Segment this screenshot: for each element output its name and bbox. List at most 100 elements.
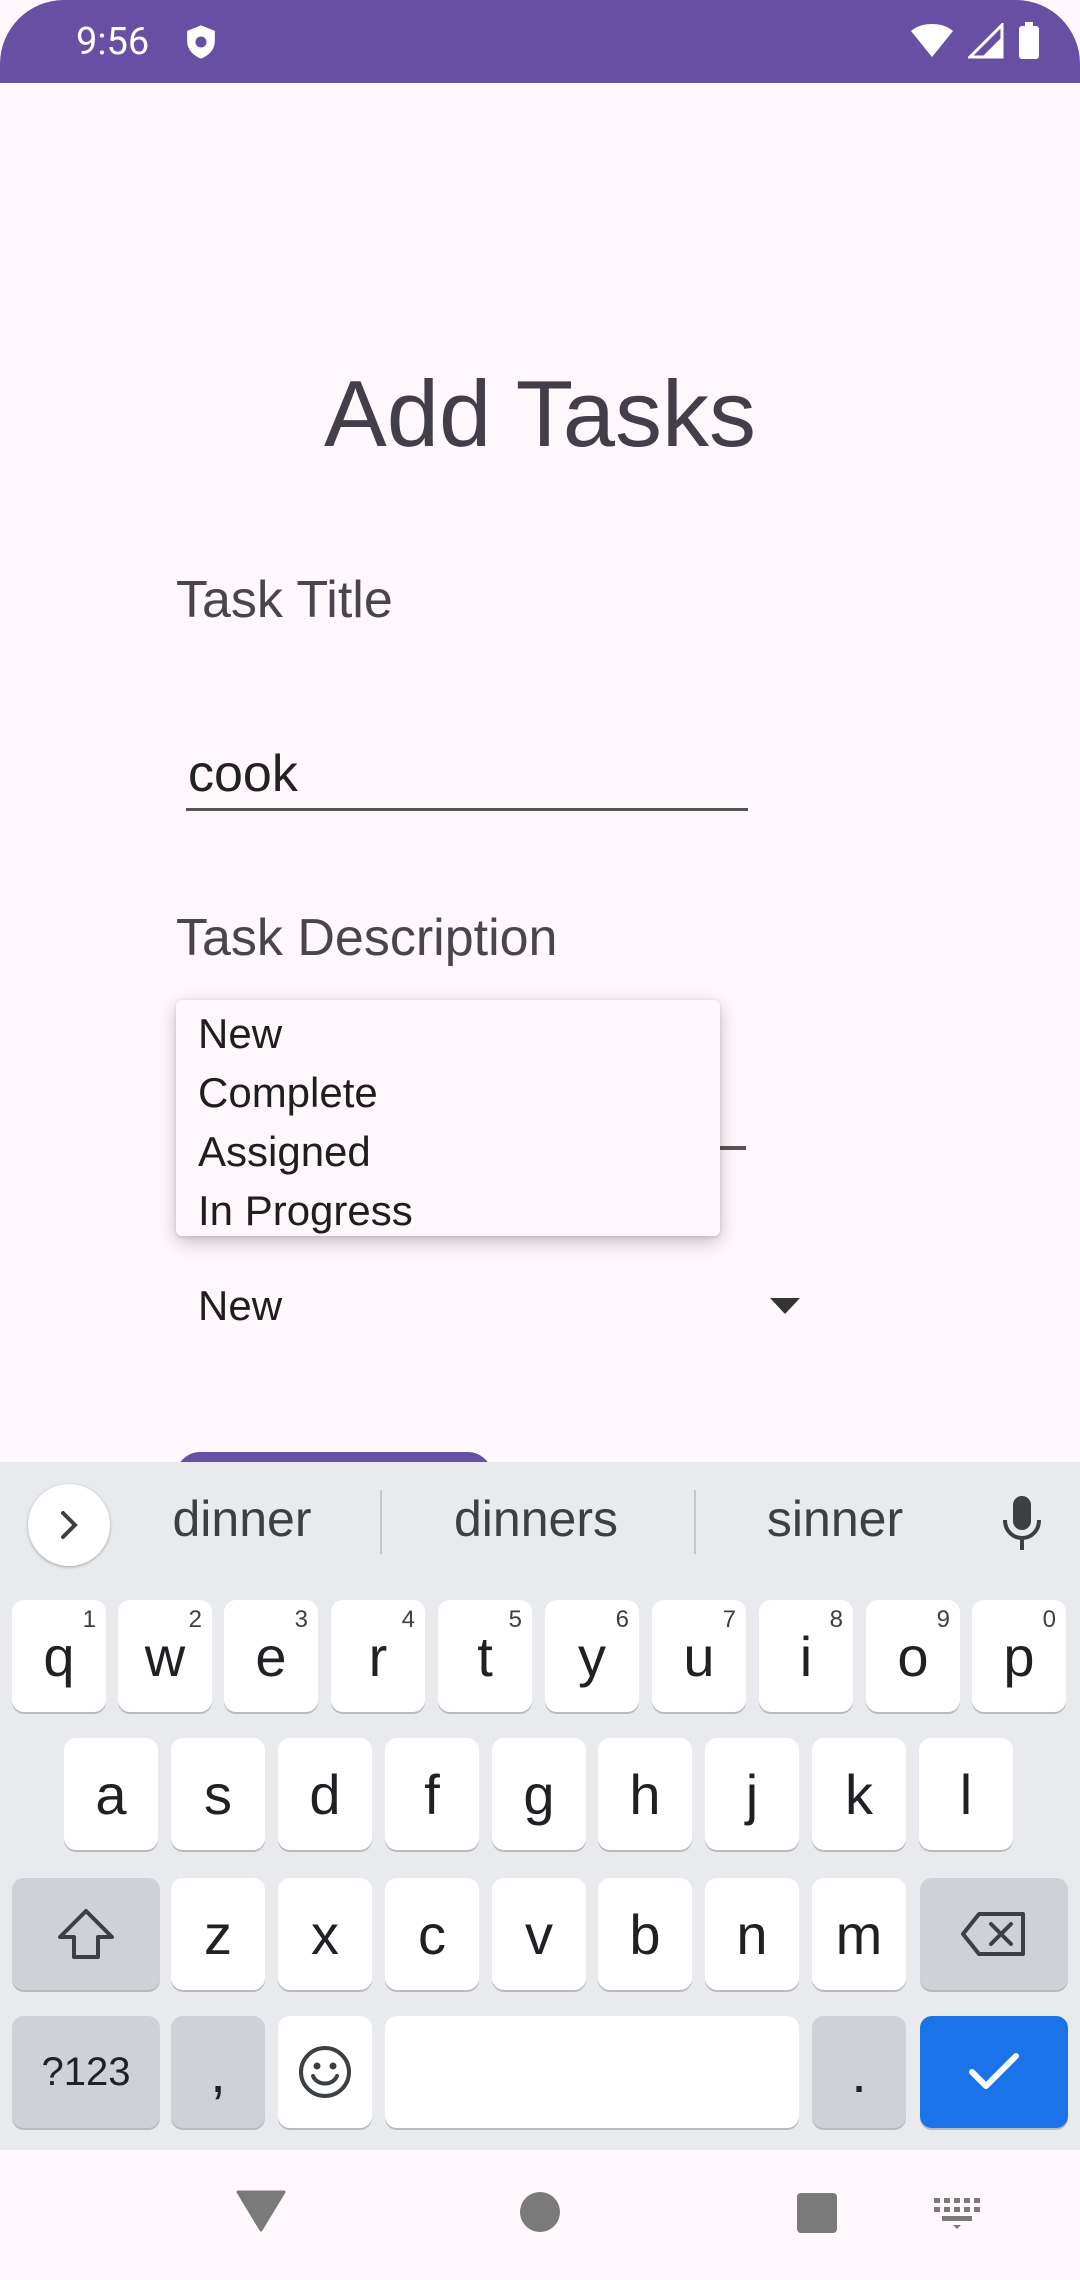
done-key[interactable]: [920, 2016, 1068, 2128]
key-label: x: [311, 1902, 339, 1966]
key-label: h: [629, 1762, 661, 1826]
period-key[interactable]: .: [812, 2016, 906, 2128]
key-e[interactable]: e3: [224, 1600, 318, 1712]
key-c[interactable]: c: [385, 1878, 479, 1990]
key-label: a: [95, 1762, 127, 1826]
key-hint: 9: [936, 1606, 950, 1633]
signal-icon: [968, 23, 1004, 59]
key-f[interactable]: f: [385, 1738, 479, 1850]
backspace-icon: [961, 1912, 1025, 1956]
status-spinner[interactable]: New: [176, 1270, 816, 1350]
navigation-bar: [0, 2150, 1080, 2280]
key-i[interactable]: i8: [759, 1600, 853, 1712]
shift-icon: [58, 1909, 114, 1959]
key-r[interactable]: r4: [331, 1600, 425, 1712]
key-m[interactable]: m: [812, 1878, 906, 1990]
key-z[interactable]: z: [171, 1878, 265, 1990]
backspace-key[interactable]: [920, 1878, 1068, 1990]
key-l[interactable]: l: [919, 1738, 1013, 1850]
key-label: y: [578, 1624, 606, 1688]
key-p[interactable]: p0: [972, 1600, 1066, 1712]
keyboard: dinner dinners sinner q1 w2 e3 r4 t5 y6 …: [0, 1462, 1080, 2150]
key-b[interactable]: b: [598, 1878, 692, 1990]
key-o[interactable]: o9: [866, 1600, 960, 1712]
battery-icon: [1019, 22, 1039, 59]
home-icon[interactable]: [518, 2190, 562, 2234]
microphone-icon[interactable]: [998, 1494, 1046, 1554]
key-label: g: [523, 1762, 555, 1826]
key-label: q: [43, 1624, 75, 1688]
key-label: r: [368, 1624, 388, 1688]
key-s[interactable]: s: [171, 1738, 265, 1850]
key-label: f: [424, 1762, 440, 1826]
task-title-label: Task Title: [176, 571, 393, 629]
space-key[interactable]: [385, 2016, 799, 2128]
recents-icon[interactable]: [796, 2192, 838, 2234]
key-d[interactable]: d: [278, 1738, 372, 1850]
key-hint: 2: [188, 1606, 202, 1633]
symbols-key[interactable]: ?123: [12, 2016, 160, 2128]
key-label: ,: [210, 2040, 226, 2104]
key-label: i: [799, 1624, 813, 1688]
expand-toolbar-button[interactable]: [28, 1484, 110, 1566]
key-q[interactable]: q1: [12, 1600, 106, 1712]
emoji-key[interactable]: [278, 2016, 372, 2128]
key-t[interactable]: t5: [438, 1600, 532, 1712]
emoji-icon: [299, 2046, 351, 2098]
key-v[interactable]: v: [492, 1878, 586, 1990]
key-label: b: [629, 1902, 661, 1966]
key-u[interactable]: u7: [652, 1600, 746, 1712]
key-label: n: [736, 1902, 768, 1966]
status-option-complete[interactable]: Complete: [198, 1069, 378, 1117]
key-g[interactable]: g: [492, 1738, 586, 1850]
key-label: u: [683, 1624, 715, 1688]
key-y[interactable]: y6: [545, 1600, 639, 1712]
key-j[interactable]: j: [705, 1738, 799, 1850]
status-option-assigned[interactable]: Assigned: [198, 1128, 371, 1176]
key-hint: 8: [829, 1606, 843, 1633]
key-w[interactable]: w2: [118, 1600, 212, 1712]
wifi-icon: [911, 24, 953, 57]
key-label: k: [845, 1762, 873, 1826]
key-label: ?123: [41, 2049, 131, 2094]
keyboard-switch-icon[interactable]: [934, 2198, 980, 2230]
key-label: t: [477, 1624, 493, 1688]
status-option-new[interactable]: New: [198, 1010, 282, 1058]
key-label: p: [1003, 1624, 1035, 1688]
key-label: e: [255, 1624, 287, 1688]
shift-key[interactable]: [12, 1878, 160, 1990]
key-hint: 3: [294, 1606, 308, 1633]
key-k[interactable]: k: [812, 1738, 906, 1850]
task-description-input[interactable]: [718, 1146, 746, 1150]
status-selected-value: New: [198, 1282, 283, 1329]
key-label: o: [897, 1624, 929, 1688]
suggestion-divider: [380, 1490, 382, 1554]
key-hint: 0: [1042, 1606, 1056, 1633]
key-x[interactable]: x: [278, 1878, 372, 1990]
dropdown-arrow-icon: [770, 1298, 800, 1314]
page-title: Add Tasks: [324, 361, 756, 466]
comma-key[interactable]: ,: [171, 2016, 265, 2128]
key-label: l: [959, 1762, 973, 1826]
key-hint: 6: [615, 1606, 629, 1633]
key-label: v: [525, 1902, 553, 1966]
key-label: d: [309, 1762, 341, 1826]
key-h[interactable]: h: [598, 1738, 692, 1850]
key-label: w: [144, 1624, 186, 1688]
checkmark-icon: [969, 2053, 1019, 2089]
key-n[interactable]: n: [705, 1878, 799, 1990]
status-dropdown-menu: New Complete Assigned In Progress: [176, 1000, 720, 1236]
shield-icon: [187, 25, 215, 59]
suggestion-2[interactable]: dinners: [436, 1490, 636, 1548]
status-option-in-progress[interactable]: In Progress: [198, 1187, 413, 1235]
chevron-right-icon: [61, 1511, 78, 1539]
key-label: .: [851, 2040, 867, 2104]
suggestion-3[interactable]: sinner: [740, 1490, 930, 1548]
key-a[interactable]: a: [64, 1738, 158, 1850]
suggestion-divider: [694, 1490, 696, 1554]
back-icon[interactable]: [236, 2188, 286, 2232]
key-label: z: [204, 1902, 232, 1966]
task-title-input[interactable]: [186, 740, 748, 811]
suggestion-1[interactable]: dinner: [152, 1490, 332, 1548]
key-hint: 4: [401, 1606, 415, 1633]
